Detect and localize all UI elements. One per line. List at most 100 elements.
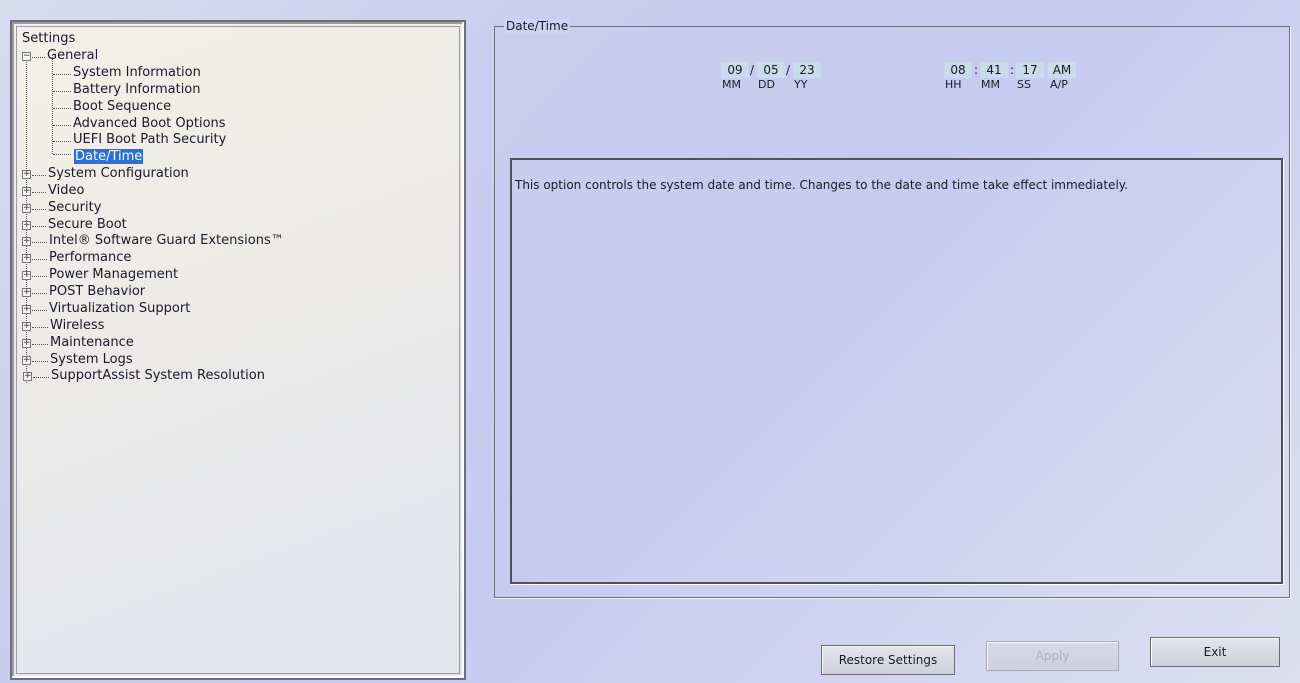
- tree-connector: [32, 192, 46, 193]
- tree-root-label: Settings: [22, 31, 76, 46]
- tree-connector: [32, 361, 48, 362]
- date-time-group-title: Date/Time: [504, 19, 571, 33]
- expand-icon[interactable]: +: [22, 170, 31, 179]
- time-ampm-label: A/P: [1050, 78, 1068, 91]
- tree-item-intel-sgx[interactable]: Intel® Software Guard Extensions™: [49, 233, 284, 249]
- tree-connector: [32, 276, 47, 277]
- tree-item-label: Battery Information: [73, 82, 201, 97]
- expand-icon[interactable]: +: [23, 372, 32, 381]
- time-minute-label: MM: [981, 78, 1000, 91]
- tree-connector: [53, 141, 71, 142]
- tree-item-security[interactable]: Security: [48, 200, 101, 216]
- time-minute-field[interactable]: 41: [980, 62, 1008, 78]
- tree-item-post-behavior[interactable]: POST Behavior: [49, 284, 145, 300]
- tree-item-label: System Logs: [50, 352, 133, 367]
- description-box: [510, 158, 1283, 584]
- expand-icon[interactable]: +: [22, 305, 31, 314]
- time-hour-label: HH: [945, 78, 962, 91]
- tree-connector: [53, 74, 71, 75]
- settings-tree: Settings − General System Information Ba…: [16, 26, 460, 674]
- expand-icon[interactable]: +: [22, 356, 31, 365]
- expand-icon[interactable]: +: [22, 187, 31, 196]
- tree-connector: [32, 226, 46, 227]
- tree-item-label: Boot Sequence: [73, 99, 172, 114]
- date-month-label: MM: [722, 78, 741, 91]
- date-separator: /: [750, 63, 755, 77]
- tree-item-battery-information[interactable]: Battery Information: [73, 82, 201, 98]
- time-ampm-field[interactable]: AM: [1048, 62, 1076, 78]
- tree-item-supportassist[interactable]: SupportAssist System Resolution: [51, 368, 265, 384]
- tree-item-system-configuration[interactable]: System Configuration: [48, 166, 189, 182]
- expand-icon[interactable]: +: [22, 322, 31, 331]
- tree-connector: [32, 242, 47, 243]
- tree-connector: [32, 327, 48, 328]
- expand-icon[interactable]: +: [22, 221, 31, 230]
- tree-item-label: Maintenance: [50, 335, 134, 350]
- time-second-field[interactable]: 17: [1016, 62, 1044, 78]
- time-hour-field[interactable]: 08: [944, 62, 972, 78]
- tree-connector: [32, 57, 45, 58]
- tree-connector: [33, 377, 49, 378]
- tree-item-label: Virtualization Support: [49, 301, 191, 316]
- tree-item-system-logs[interactable]: System Logs: [50, 352, 133, 368]
- tree-item-power-management[interactable]: Power Management: [49, 267, 178, 283]
- tree-connector: [53, 108, 71, 109]
- tree-item-label: POST Behavior: [49, 284, 146, 299]
- tree-item-label: UEFI Boot Path Security: [73, 132, 227, 147]
- date-month-field[interactable]: 09: [721, 62, 749, 78]
- collapse-icon[interactable]: −: [22, 52, 31, 61]
- tree-item-label: Wireless: [50, 318, 105, 333]
- expand-icon[interactable]: +: [22, 254, 31, 263]
- tree-item-virtualization-support[interactable]: Virtualization Support: [49, 301, 190, 317]
- apply-button[interactable]: Apply: [986, 641, 1119, 671]
- expand-icon[interactable]: +: [22, 339, 31, 348]
- tree-connector: [53, 154, 71, 155]
- tree-connector: [26, 53, 27, 383]
- tree-item-label: Advanced Boot Options: [73, 116, 226, 131]
- date-day-label: DD: [758, 78, 775, 91]
- tree-connector: [52, 55, 53, 154]
- tree-connector: [32, 175, 46, 176]
- tree-connector: [32, 310, 47, 311]
- tree-connector: [32, 293, 47, 294]
- tree-connector: [32, 259, 47, 260]
- tree-item-date-time[interactable]: Date/Time: [74, 149, 144, 165]
- tree-item-label: System Information: [73, 65, 201, 80]
- tree-item-wireless[interactable]: Wireless: [50, 318, 104, 334]
- expand-icon[interactable]: +: [22, 271, 31, 280]
- expand-icon[interactable]: +: [22, 288, 31, 297]
- time-separator: :: [1010, 63, 1015, 77]
- time-second-label: SS: [1017, 78, 1031, 91]
- tree-item-boot-sequence[interactable]: Boot Sequence: [73, 99, 171, 115]
- tree-item-label: Secure Boot: [48, 217, 127, 232]
- expand-icon[interactable]: +: [22, 204, 31, 213]
- expand-icon[interactable]: +: [22, 237, 31, 246]
- tree-item-label: General: [47, 48, 99, 63]
- tree-item-secure-boot[interactable]: Secure Boot: [48, 217, 127, 233]
- date-year-field[interactable]: 23: [793, 62, 821, 78]
- tree-item-label-selected: Date/Time: [74, 149, 144, 164]
- description-text: This option controls the system date and…: [515, 178, 1128, 192]
- tree-connector: [32, 209, 46, 210]
- settings-tree-panel: Settings − General System Information Ba…: [10, 20, 466, 680]
- date-day-field[interactable]: 05: [757, 62, 785, 78]
- tree-item-general[interactable]: General: [47, 48, 98, 64]
- tree-item-video[interactable]: Video: [48, 183, 84, 199]
- tree-root-settings: Settings: [22, 31, 75, 47]
- tree-item-label: SupportAssist System Resolution: [51, 368, 265, 383]
- tree-item-maintenance[interactable]: Maintenance: [50, 335, 134, 351]
- tree-connector: [32, 344, 48, 345]
- tree-item-label: Video: [48, 183, 85, 198]
- tree-item-performance[interactable]: Performance: [49, 250, 131, 266]
- exit-button[interactable]: Exit: [1150, 637, 1280, 667]
- tree-item-label: Intel® Software Guard Extensions™: [49, 233, 284, 248]
- restore-settings-button[interactable]: Restore Settings: [821, 645, 955, 675]
- date-year-label: YY: [794, 78, 808, 91]
- tree-item-system-information[interactable]: System Information: [73, 65, 201, 81]
- tree-connector: [53, 125, 71, 126]
- tree-item-uefi-boot-path-security[interactable]: UEFI Boot Path Security: [73, 132, 226, 148]
- time-separator: :: [974, 63, 979, 77]
- tree-item-advanced-boot-options[interactable]: Advanced Boot Options: [73, 116, 226, 132]
- tree-item-label: Power Management: [49, 267, 179, 282]
- tree-item-label: Performance: [49, 250, 132, 265]
